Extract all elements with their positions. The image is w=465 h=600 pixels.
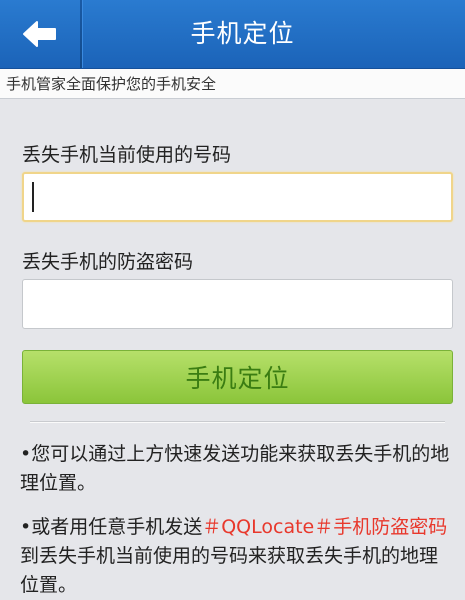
locate-phone-button[interactable]: 手机定位 bbox=[22, 350, 453, 404]
instruction-note-2: •或者用任意手机发送＃QQLocate＃手机防盗密码到丢失手机当前使用的号码来获… bbox=[20, 513, 450, 600]
password-input[interactable] bbox=[22, 279, 453, 329]
header-separator bbox=[80, 0, 83, 68]
note2-suffix: 到丢失手机当前使用的号码来获取丢失手机的地理位置。 bbox=[20, 545, 439, 596]
instruction-note-1: •您可以通过上方快速发送功能来获取丢失手机的地理位置。 bbox=[20, 443, 450, 494]
password-label: 丢失手机的防盗密码 bbox=[22, 251, 194, 273]
title-bar: 手机定位 bbox=[0, 0, 465, 69]
page-title: 手机定位 bbox=[190, 19, 295, 48]
security-banner: 手机管家全面保护您的手机安全 bbox=[0, 69, 465, 99]
locate-sms-code: ＃QQLocate＃手机防盗密码 bbox=[202, 516, 448, 538]
phone-number-input[interactable] bbox=[22, 172, 453, 222]
back-arrow-icon bbox=[23, 21, 56, 47]
divider bbox=[30, 421, 445, 423]
back-button[interactable] bbox=[0, 0, 80, 68]
note2-prefix: •或者用任意手机发送 bbox=[20, 516, 203, 538]
text-caret bbox=[32, 182, 34, 212]
phone-number-label: 丢失手机当前使用的号码 bbox=[22, 144, 232, 166]
